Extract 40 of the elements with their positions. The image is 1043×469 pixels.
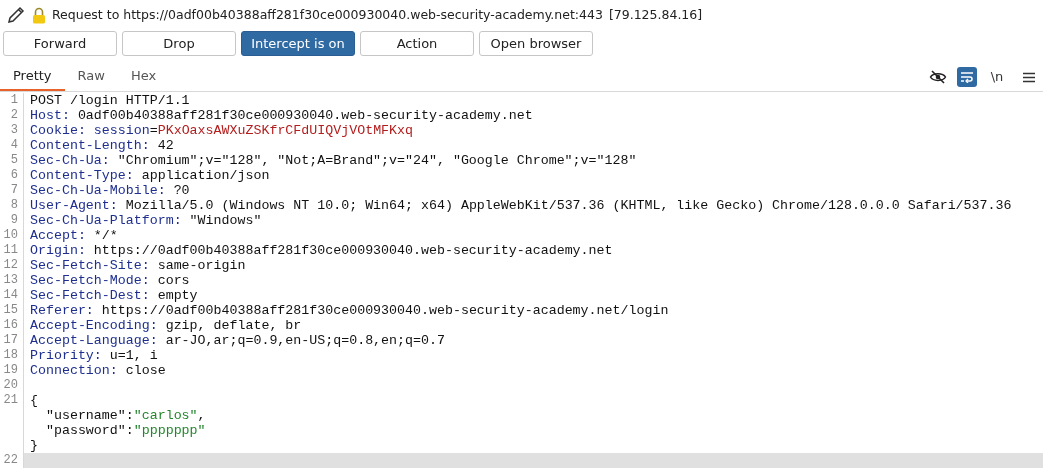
code-line: Referer: https://0adf00b40388aff281f30ce000930040.web-security-academy.net/login xyxy=(30,303,669,318)
view-tab[interactable]: Hex xyxy=(117,63,170,91)
code-line: Host: 0adf00b40388aff281f30ce000930040.web-security-academy.net xyxy=(30,108,533,123)
code-line: Sec-Ch-Ua-Mobile: ?0 xyxy=(30,183,190,198)
code-line: Priority: u=1, i xyxy=(30,348,158,363)
code-line: Sec-Ch-Ua-Platform: "Windows" xyxy=(30,213,262,228)
code-line: "username":"carlos", xyxy=(44,408,206,423)
code-line: Content-Type: application/json xyxy=(30,168,270,183)
view-tab[interactable]: Pretty xyxy=(0,63,65,91)
request-url: Request to https://0adf00b40388aff281f30ce000930040.web-security-academy.net:443 xyxy=(52,5,603,24)
toolbar-button[interactable]: Open browser xyxy=(479,31,593,56)
eye-slash-icon[interactable] xyxy=(929,69,947,85)
code-line: Origin: https://0adf00b40388aff281f30ce000930040.web-security-academy.net xyxy=(30,243,613,258)
ip-address: [79.125.84.16] xyxy=(608,5,703,24)
pencil-icon[interactable] xyxy=(6,5,26,25)
code-line: Sec-Ch-Ua: "Chromium";v="128", "Not;A=Brand";v="24", "Google Chrome";v="128" xyxy=(30,153,637,168)
code-line: Accept-Language: ar-JO,ar;q=0.9,en-US;q=0.8,en;q=0.7 xyxy=(30,333,445,348)
lock-icon xyxy=(32,6,46,24)
code-line: "password":"ppppppp" xyxy=(44,423,206,438)
wrap-icon xyxy=(960,71,974,83)
code-line: Sec-Fetch-Mode: cors xyxy=(30,273,190,288)
wrap-toggle[interactable] xyxy=(957,67,977,87)
toolbar-button[interactable]: Drop xyxy=(122,31,236,56)
code-line: Content-Length: 42 xyxy=(30,138,174,153)
toolbar-button[interactable]: Intercept is on xyxy=(241,31,355,56)
code-line: Accept-Encoding: gzip, deflate, br xyxy=(30,318,302,333)
code-line: POST /login HTTP/1.1 xyxy=(30,93,190,108)
code-line: } xyxy=(30,438,38,453)
code-line: Cookie: session=PKxOaxsAWXuZSKfrCFdUIQVjVOtMFKxq xyxy=(30,123,414,138)
menu-icon[interactable] xyxy=(1023,71,1035,83)
code-line: Sec-Fetch-Dest: empty xyxy=(30,288,198,303)
newline-toggle[interactable]: \n xyxy=(987,67,1007,87)
toolbar-button[interactable]: Forward xyxy=(3,31,117,56)
toolbar-button[interactable]: Action xyxy=(360,31,474,56)
code-line: User-Agent: Mozilla/5.0 (Windows NT 10.0; Win64; x64) AppleWebKit/537.36 (KHTML, like Gecko) Chrome/128.0.0.0 Safari/537.36 xyxy=(30,198,1012,213)
code-line: Connection: close xyxy=(30,363,166,378)
view-tab[interactable]: Raw xyxy=(64,63,118,91)
code-line: Sec-Fetch-Site: same-origin xyxy=(30,258,246,273)
code-line: Accept: */* xyxy=(30,228,118,243)
code-line: { xyxy=(30,393,38,408)
